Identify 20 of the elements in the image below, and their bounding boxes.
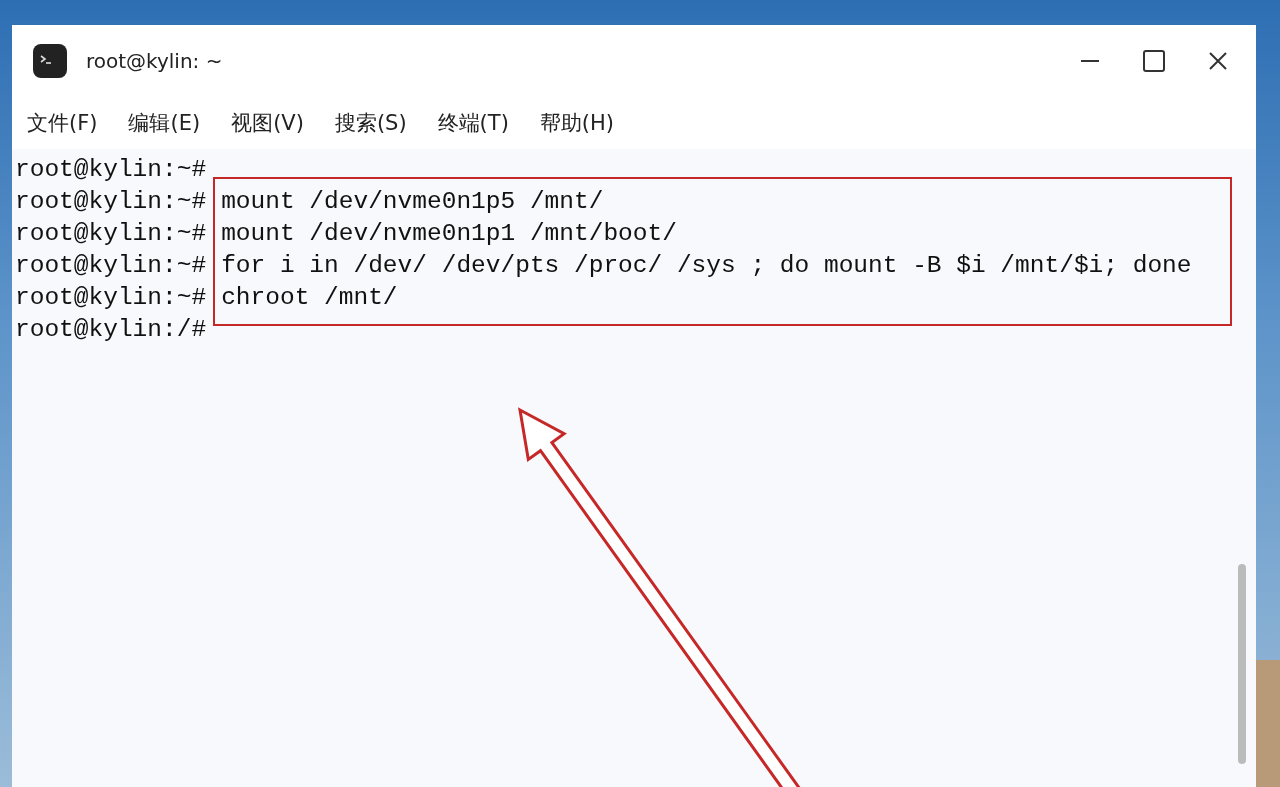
shell-prompt: root@kylin:/# bbox=[15, 316, 207, 343]
shell-prompt: root@kylin:~# bbox=[15, 188, 207, 215]
command-text: for i in /dev/ /dev/pts /proc/ /sys ; do mount -B $i /mnt/$i; done bbox=[221, 252, 1192, 279]
menu-item[interactable]: 搜索(S) bbox=[334, 109, 407, 137]
window-title: root@kylin: ~ bbox=[86, 49, 223, 73]
command-text: chroot /mnt/ bbox=[221, 284, 398, 311]
terminal-app-icon bbox=[32, 43, 68, 79]
maximize-button[interactable] bbox=[1142, 49, 1166, 73]
menu-item[interactable]: 视图(V) bbox=[231, 109, 304, 137]
menu-item[interactable]: 编辑(E) bbox=[128, 109, 201, 137]
menu-item[interactable]: 帮助(H) bbox=[539, 109, 614, 137]
shell-prompt: root@kylin:~# bbox=[15, 284, 207, 311]
shell-prompt: root@kylin:~# bbox=[15, 252, 207, 279]
shell-prompt: root@kylin:~# bbox=[15, 156, 207, 183]
menu-item[interactable]: 文件(F) bbox=[27, 109, 98, 137]
command-text: mount /dev/nvme0n1p5 /mnt/ bbox=[221, 188, 604, 215]
shell-prompt: root@kylin:~# bbox=[15, 220, 207, 247]
menu-item[interactable]: 终端(T) bbox=[437, 109, 509, 137]
command-text: mount /dev/nvme0n1p1 /mnt/boot/ bbox=[221, 220, 677, 247]
scrollbar[interactable] bbox=[1238, 564, 1246, 764]
